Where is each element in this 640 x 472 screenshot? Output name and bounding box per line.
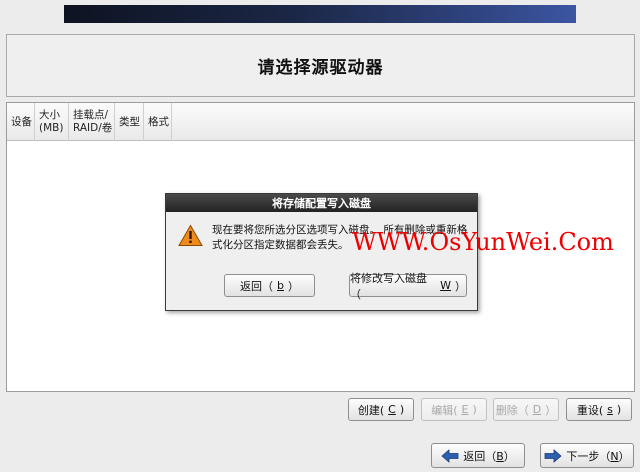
edit-key: E [461,403,469,416]
write-to-disk-button[interactable]: 将修改写入磁盘（ W ） [349,272,467,301]
delete-button[interactable]: 删除（ D） [493,398,559,421]
back-key: B [496,449,504,463]
dialog-title: 将存储配置写入磁盘 [166,194,477,212]
reset-suffix: ) [616,403,622,416]
dialog-back-label: 返回（ [240,279,273,293]
reset-label: 重设( [576,403,604,417]
back-suffix: ） [503,449,515,463]
back-button[interactable]: 返回（B） [431,443,525,468]
back-label: 返回（ [463,449,497,463]
reset-button[interactable]: 重设(s) [566,398,632,421]
next-suffix: ） [618,449,630,463]
column-header-type[interactable]: 类型 [115,103,144,141]
delete-suffix: ） [545,403,557,417]
write-to-disk-key: W [440,279,451,292]
create-label: 创建( [357,403,385,417]
arrow-left-icon [441,448,459,463]
table-header: 设备 大小 (MB) 挂载点/ RAID/卷 类型 格式 [7,103,634,141]
edit-suffix: ) [472,403,477,416]
arrow-right-icon [544,448,562,463]
column-header-size[interactable]: 大小 (MB) [35,103,69,141]
column-header-device[interactable]: 设备 [7,103,35,141]
next-key: N [610,449,619,463]
watermark-text: WWW.OsYunWei.Com [352,228,614,256]
dialog-back-button[interactable]: 返回（ b） [224,274,315,297]
column-header-format[interactable]: 格式 [144,103,172,141]
create-button[interactable]: 创建(C) [348,398,414,421]
dialog-back-suffix: ） [287,279,299,293]
delete-key: D [532,403,542,416]
edit-label: 编辑( [431,403,458,417]
next-label: 下一步（ [566,449,611,463]
page-title: 请选择源驱动器 [257,58,384,78]
reset-key: s [607,403,613,416]
create-key: C [388,403,396,416]
next-button[interactable]: 下一步（N） [540,443,634,468]
write-to-disk-label: 将修改写入磁盘（ [350,271,427,301]
column-header-filler [172,103,634,141]
column-header-mountpoint[interactable]: 挂载点/ RAID/卷 [69,103,115,141]
delete-label: 删除（ [495,403,529,417]
edit-button[interactable]: 编辑(E) [421,398,487,421]
write-to-disk-suffix: ） [455,279,466,293]
dialog-back-key: b [277,279,284,292]
create-suffix: ) [399,403,405,416]
top-banner [64,5,576,23]
warning-icon [178,224,203,246]
page-header: 请选择源驱动器 [6,34,635,97]
